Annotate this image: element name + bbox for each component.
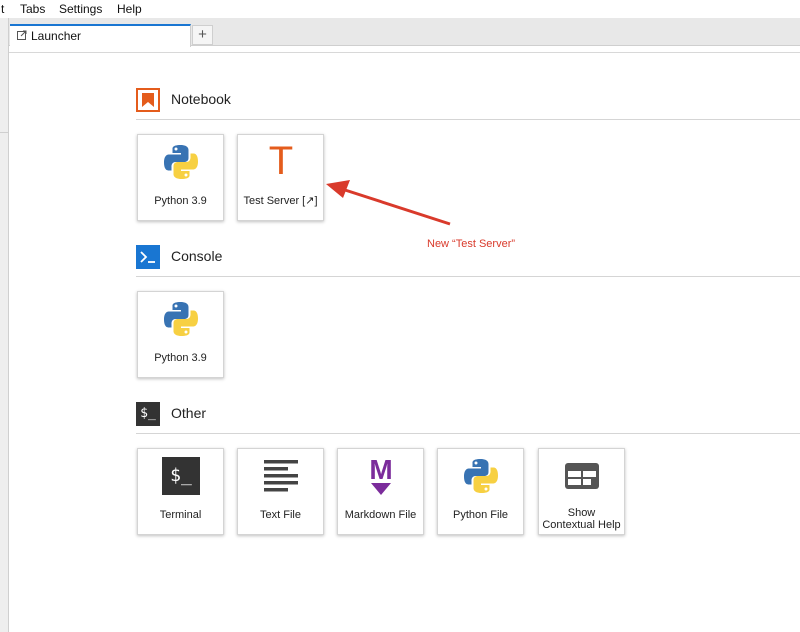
markdown-letter: M	[369, 454, 393, 485]
card-label-line-2: Contextual Help	[542, 519, 621, 531]
menu-item-tabs[interactable]: Tabs	[20, 2, 45, 16]
markdown-icon: M	[362, 454, 400, 495]
notebook-icon	[136, 88, 160, 112]
text-lines-icon	[264, 460, 298, 492]
launcher-card-test-server[interactable]: T Test Server [↗]	[237, 134, 324, 221]
console-icon	[136, 245, 160, 269]
new-tab-button[interactable]: +	[192, 25, 213, 45]
python-logo-icon	[164, 302, 198, 336]
section-title: Notebook	[171, 91, 231, 107]
launcher-card-contextual-help[interactable]: Show Contextual Help	[538, 448, 625, 535]
terminal-section-icon: $_	[136, 402, 160, 426]
tab-underline	[9, 52, 800, 53]
tab-bar: Launcher +	[9, 18, 800, 47]
card-label: Python 3.9	[154, 195, 207, 207]
section-title: Other	[171, 405, 207, 421]
markdown-arrow	[371, 483, 391, 495]
menu-item-edit-partial[interactable]: t	[1, 2, 4, 16]
launcher-icon	[17, 30, 27, 40]
card-label: Text File	[260, 509, 301, 521]
letter-t-icon: T	[268, 139, 294, 183]
launcher-card-markdown-file[interactable]: M Markdown File	[337, 448, 424, 535]
contextual-help-icon	[565, 463, 599, 489]
card-label-line-1: Show	[567, 507, 596, 519]
section-title: Console	[171, 248, 223, 264]
section-divider	[136, 433, 800, 434]
section-header-notebook: Notebook	[136, 88, 800, 112]
launcher-card-python-console[interactable]: Python 3.9	[137, 291, 224, 378]
card-label: Python File	[452, 509, 509, 521]
python-logo-icon	[164, 145, 198, 179]
section-header-other: $_ Other	[136, 402, 800, 426]
annotation-label: New “Test Server”	[427, 238, 516, 250]
launcher-card-terminal[interactable]: $_ Terminal	[137, 448, 224, 535]
menu-bar: t Tabs Settings Help	[0, 0, 800, 18]
launcher-card-python-notebook[interactable]: Python 3.9	[137, 134, 224, 221]
card-label: Test Server [↗]	[243, 195, 318, 207]
launcher-card-python-file[interactable]: Python File	[437, 448, 524, 535]
left-sidebar-edge	[0, 18, 9, 632]
python-logo-icon	[464, 459, 498, 493]
section-divider	[136, 276, 800, 277]
card-label: Terminal	[159, 509, 202, 521]
card-label: Python 3.9	[154, 352, 207, 364]
menu-item-settings[interactable]: Settings	[59, 2, 102, 16]
card-label: Markdown File	[344, 509, 417, 521]
terminal-icon: $_	[162, 457, 200, 495]
launcher-card-text-file[interactable]: Text File	[237, 448, 324, 535]
tab-launcher[interactable]: Launcher	[10, 24, 191, 47]
menu-item-help[interactable]: Help	[117, 2, 142, 16]
tab-label: Launcher	[31, 29, 82, 43]
section-divider	[136, 119, 800, 120]
